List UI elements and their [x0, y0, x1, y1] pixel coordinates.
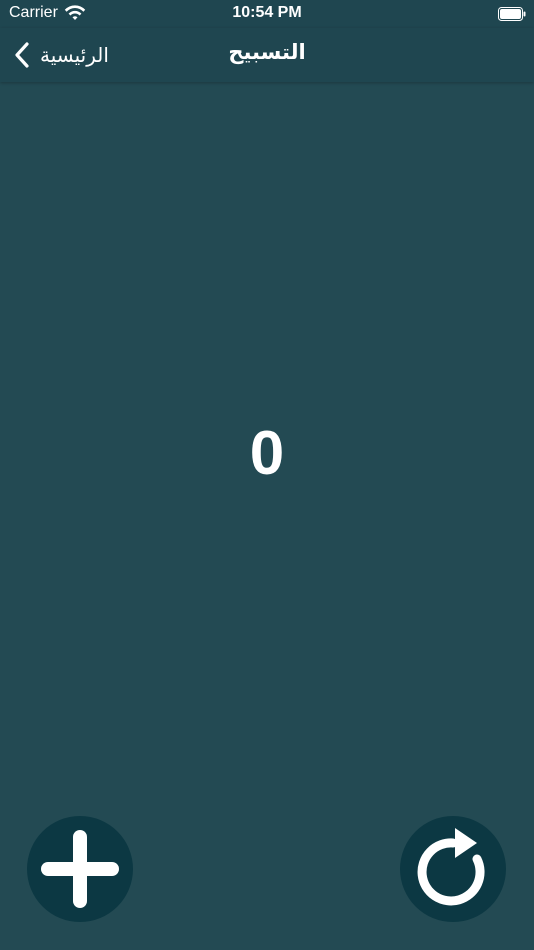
navigation-bar: الرئيسية التسبيح	[0, 28, 534, 82]
increment-button[interactable]	[27, 816, 133, 922]
battery-icon	[498, 6, 526, 21]
tasbih-counter: 0	[249, 419, 285, 488]
status-bar: Carrier 10:54 PM	[0, 0, 534, 28]
page-title: التسبيح	[228, 40, 306, 64]
refresh-icon	[417, 828, 485, 906]
plus-icon	[41, 830, 119, 908]
status-time: 10:54 PM	[232, 4, 302, 21]
reset-button[interactable]	[400, 816, 506, 922]
